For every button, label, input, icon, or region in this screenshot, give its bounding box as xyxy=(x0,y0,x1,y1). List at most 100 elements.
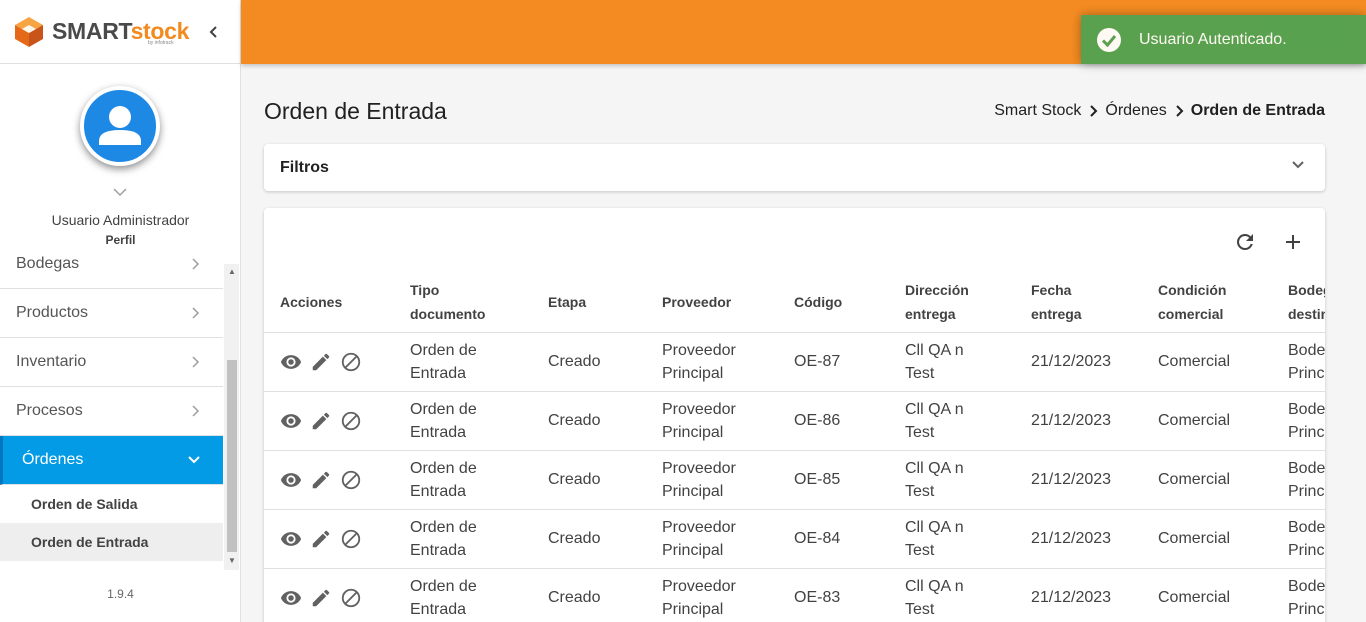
view-icon[interactable] xyxy=(280,528,302,550)
cell-warehouse: BodegaPrincipal xyxy=(1272,332,1325,392)
orders-table: Acciones Tipo documento Etapa Proveedor C… xyxy=(264,272,1325,622)
filters-label: Filtros xyxy=(280,158,329,176)
cancel-icon[interactable] xyxy=(340,587,362,609)
sidebar-item-productos[interactable]: Productos xyxy=(0,289,223,338)
chevron-down-icon[interactable] xyxy=(111,186,129,198)
add-icon[interactable] xyxy=(1281,230,1305,254)
cell-supplier: Proveedor Principal xyxy=(646,568,778,622)
brand-header: SMARTstock by infotrack xyxy=(0,0,240,64)
chevron-right-icon xyxy=(192,307,200,319)
cell-type: Orden de Entrada xyxy=(394,332,532,392)
cell-supplier: Proveedor Principal xyxy=(646,391,778,451)
cell-warehouse: BodegaPrincipal xyxy=(1272,568,1325,622)
cell-warehouse: BodegaPrincipal xyxy=(1272,509,1325,569)
scroll-up-icon[interactable]: ▲ xyxy=(228,267,236,276)
sidebar-subitem-orden-salida[interactable]: Orden de Salida xyxy=(0,485,223,523)
cell-type: Orden de Entrada xyxy=(394,568,532,622)
cell-condition: Comercial xyxy=(1142,391,1272,451)
column-header-date[interactable]: Fecha entrega xyxy=(1015,272,1142,333)
cell-supplier: Proveedor Principal xyxy=(646,509,778,569)
edit-icon[interactable] xyxy=(310,410,332,432)
view-icon[interactable] xyxy=(280,587,302,609)
toast-notification[interactable]: Usuario Autenticado. xyxy=(1081,15,1366,64)
sidebar-menu: Bodegas Productos Inventario Procesos Ór… xyxy=(0,248,223,563)
column-header-condition[interactable]: Condición comercial xyxy=(1142,272,1272,333)
avatar[interactable] xyxy=(80,86,160,166)
column-header-type[interactable]: Tipo documento xyxy=(394,272,532,333)
sidebar-item-bodegas[interactable]: Bodegas xyxy=(0,248,223,289)
table-row: Orden de Entrada Creado Proveedor Principa… xyxy=(264,509,1325,569)
profile-link[interactable]: Perfil xyxy=(0,233,241,247)
chevron-down-icon xyxy=(188,456,200,464)
chevron-right-icon xyxy=(192,405,200,417)
cell-address: Cll QA n Test xyxy=(889,450,1015,510)
user-name: Usuario Administrador xyxy=(51,212,190,228)
cell-address: Cll QA n Test xyxy=(889,509,1015,569)
cell-condition: Comercial xyxy=(1142,568,1272,622)
toast-message: Usuario Autenticado. xyxy=(1139,30,1287,48)
cell-stage: Creado xyxy=(532,509,646,569)
refresh-icon[interactable] xyxy=(1233,230,1257,254)
scrollbar-thumb[interactable] xyxy=(227,360,237,552)
cell-type: Orden de Entrada xyxy=(394,450,532,510)
edit-icon[interactable] xyxy=(310,587,332,609)
chevron-right-icon xyxy=(192,258,200,270)
collapse-sidebar-button[interactable] xyxy=(204,22,224,42)
cell-address: Cll QA n Test xyxy=(889,332,1015,392)
cancel-icon[interactable] xyxy=(340,410,362,432)
smartstock-logo-icon xyxy=(15,16,43,47)
brand-tagline: by infotrack xyxy=(148,40,174,46)
column-header-address[interactable]: Dirección entrega xyxy=(889,272,1015,333)
column-header-actions: Acciones xyxy=(264,272,394,333)
table-header-row: Acciones Tipo documento Etapa Proveedor C… xyxy=(264,272,1325,333)
cell-warehouse: BodegaPrincipal xyxy=(1272,391,1325,451)
cell-supplier: Proveedor Principal xyxy=(646,332,778,392)
view-icon[interactable] xyxy=(280,351,302,373)
column-header-stage[interactable]: Etapa xyxy=(532,272,646,333)
sidebar-subitem-orden-entrada[interactable]: Orden de Entrada xyxy=(0,523,223,561)
cancel-icon[interactable] xyxy=(340,528,362,550)
column-header-supplier[interactable]: Proveedor xyxy=(646,272,778,333)
page-title: Orden de Entrada xyxy=(264,98,447,124)
orders-table-card: Acciones Tipo documento Etapa Proveedor C… xyxy=(264,208,1325,622)
column-header-code[interactable]: Código xyxy=(778,272,889,333)
edit-icon[interactable] xyxy=(310,528,332,550)
cell-warehouse: BodegaPrincipal xyxy=(1272,450,1325,510)
cell-code: OE-83 xyxy=(778,568,889,622)
cell-condition: Comercial xyxy=(1142,509,1272,569)
cell-address: Cll QA n Test xyxy=(889,391,1015,451)
cell-date: 21/12/2023 xyxy=(1015,332,1142,392)
sidebar: SMARTstock by infotrack Usuario Administ… xyxy=(0,0,241,622)
edit-icon[interactable] xyxy=(310,351,332,373)
sidebar-item-inventario[interactable]: Inventario xyxy=(0,338,223,387)
scroll-down-icon[interactable]: ▼ xyxy=(228,556,236,565)
chevron-down-icon xyxy=(1292,161,1304,169)
cancel-icon[interactable] xyxy=(340,351,362,373)
cell-condition: Comercial xyxy=(1142,332,1272,392)
edit-icon[interactable] xyxy=(310,469,332,491)
breadcrumb-item[interactable]: Smart Stock xyxy=(994,102,1081,120)
cell-code: OE-85 xyxy=(778,450,889,510)
cell-stage: Creado xyxy=(532,391,646,451)
check-circle-icon xyxy=(1097,27,1121,52)
breadcrumb: Smart Stock Órdenes Orden de Entrada xyxy=(994,102,1325,120)
cell-code: OE-84 xyxy=(778,509,889,569)
chevron-right-icon xyxy=(192,356,200,368)
cell-date: 21/12/2023 xyxy=(1015,509,1142,569)
sidebar-scrollbar[interactable]: ▲ ▼ xyxy=(224,264,239,570)
view-icon[interactable] xyxy=(280,469,302,491)
cell-code: OE-86 xyxy=(778,391,889,451)
breadcrumb-item[interactable]: Órdenes xyxy=(1105,102,1166,120)
table-row: Orden de Entrada Creado Proveedor Principa… xyxy=(264,568,1325,622)
cell-address: Cll QA n Test xyxy=(889,568,1015,622)
cell-type: Orden de Entrada xyxy=(394,509,532,569)
view-icon[interactable] xyxy=(280,410,302,432)
table-row: Orden de Entrada Creado Proveedor Principa… xyxy=(264,391,1325,451)
table-row: Orden de Entrada Creado Proveedor Principa… xyxy=(264,332,1325,392)
cancel-icon[interactable] xyxy=(340,469,362,491)
sidebar-item-procesos[interactable]: Procesos xyxy=(0,387,223,436)
filters-panel[interactable]: Filtros xyxy=(264,144,1325,191)
cell-stage: Creado xyxy=(532,450,646,510)
sidebar-item-ordenes[interactable]: Órdenes xyxy=(0,436,223,485)
column-header-warehouse[interactable]: Bodegadestino xyxy=(1272,272,1325,333)
